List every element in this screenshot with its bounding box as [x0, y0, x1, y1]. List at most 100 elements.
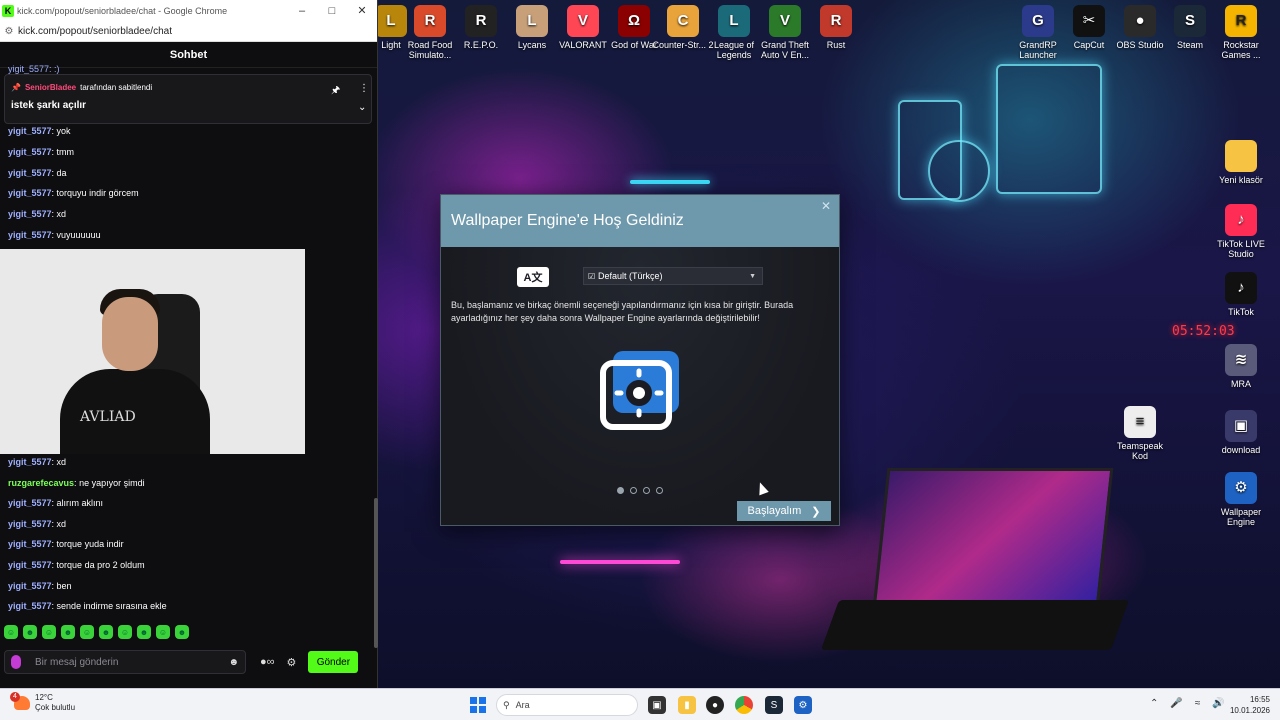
language-select[interactable]: ☑ Default (Türkçe) ▼ [583, 267, 763, 285]
url-text[interactable]: kick.com/popout/seniorbladee/chat [18, 26, 172, 37]
chat-message: ruzgarefecavus: ne yapıyor şimdi [8, 477, 145, 488]
desktop-shortcut[interactable]: R Rockstar Games ... [1210, 5, 1272, 60]
microphone-icon[interactable]: 🎤 [1170, 698, 1182, 709]
chat-username[interactable]: yigit_5577 [8, 581, 52, 591]
chat-username[interactable]: yigit_5577 [8, 498, 52, 508]
send-button[interactable]: Gönder [308, 651, 359, 673]
windows-start-icon[interactable] [470, 697, 486, 713]
scrollbar-thumb[interactable] [374, 498, 378, 648]
address-bar[interactable]: ⚙ kick.com/popout/seniorbladee/chat [0, 21, 377, 42]
chat-text: torque da pro 2 oldum [56, 560, 145, 570]
emote-icon[interactable]: ☺ [4, 625, 18, 639]
minimize-icon[interactable]: – [287, 5, 317, 17]
chat-username[interactable]: yigit_5577 [8, 601, 52, 611]
wallpaper-engine-logo-icon [600, 351, 679, 430]
emote-icon[interactable]: ☺ [118, 625, 132, 639]
chat-message: yigit_5577: da [8, 167, 67, 178]
emote-icon[interactable]: ☻ [137, 625, 151, 639]
desktop-shortcut[interactable]: ▣ download [1210, 410, 1272, 455]
desktop-shortcut[interactable]: ♪ TikTok [1210, 272, 1272, 317]
chat-username[interactable]: yigit_5577 [8, 539, 52, 549]
step-dot[interactable] [617, 487, 624, 494]
more-options-icon[interactable]: ⋮ [359, 83, 369, 94]
start-button[interactable]: Başlayalım ❯ [737, 501, 831, 521]
file-explorer-icon[interactable]: ▮ [678, 696, 696, 714]
step-dot[interactable] [630, 487, 637, 494]
wallpaper-engine-taskbar-icon[interactable]: ⚙ [794, 696, 812, 714]
emote-icon[interactable]: ☻ [23, 625, 37, 639]
chrome-taskbar-icon[interactable] [735, 696, 753, 714]
chat-username[interactable]: yigit_5577 [8, 457, 52, 467]
desktop-shortcut[interactable]: R Rust [805, 5, 867, 50]
dialog-close-icon[interactable]: ✕ [821, 199, 831, 213]
desktop-shortcut[interactable]: Yeni klasör [1210, 140, 1272, 185]
site-settings-icon[interactable]: ⚙ [0, 26, 18, 37]
dialog-title: Wallpaper Engine'e Hoş Geldiniz [451, 212, 684, 229]
folder-icon [1225, 140, 1257, 172]
emote-icon[interactable]: ☺ [42, 625, 56, 639]
pin-icon: 📌 [11, 83, 21, 92]
shortcut-label: Rockstar Games ... [1221, 40, 1261, 60]
windows-taskbar: 4 12°C Çok bulutlu ⚲ Ara ▣ ▮ ● S ⚙ ⌃ 🎤 ≈… [0, 688, 1280, 720]
steam-taskbar-icon[interactable]: S [765, 696, 783, 714]
pinned-meta: 📌 SeniorBladee tarafından sabitlendi [11, 83, 152, 92]
chat-text: xd [56, 457, 67, 467]
chat-username[interactable]: ruzgarefecavus [8, 478, 74, 488]
chat-text: yok [56, 126, 71, 136]
emote-icon[interactable]: ☻ [175, 625, 189, 639]
emote-icon[interactable]: ☺ [156, 625, 170, 639]
obs-taskbar-icon[interactable]: ● [706, 696, 724, 714]
emoji-icon[interactable]: ☻ [228, 657, 239, 668]
mic-icon[interactable] [11, 655, 21, 669]
window-title: kick.com/popout/seniorbladee/chat - Goog… [17, 5, 228, 16]
step-dot[interactable] [656, 487, 663, 494]
chevron-right-icon: ❯ [811, 505, 821, 518]
neon-panel [928, 140, 990, 202]
chat-username[interactable]: yigit_5577 [8, 519, 52, 529]
chevron-up-icon[interactable]: ⌃ [1150, 698, 1158, 709]
chat-text: alırım aklını [56, 498, 104, 509]
desktop-shortcut[interactable]: ≡ Teamspeak Kod [1109, 406, 1171, 461]
game-icon: Ω [618, 5, 650, 37]
chat-username[interactable]: yigit_5577 [8, 168, 52, 178]
task-view-icon[interactable]: ▣ [648, 696, 666, 714]
pinned-message[interactable]: 📌 SeniorBladee tarafından sabitlendi ist… [4, 74, 372, 124]
weather-widget[interactable]: 4 12°C Çok bulutlu [10, 692, 75, 713]
window-titlebar[interactable]: K kick.com/popout/seniorbladee/chat - Go… [0, 0, 377, 21]
chat-username[interactable]: yigit_5577 [8, 209, 52, 219]
chat-username[interactable]: yigit_5577 [8, 147, 52, 157]
checkbox-icon: ☑ [588, 271, 596, 281]
unpin-icon[interactable]: 🖈 [331, 83, 340, 100]
step-dot[interactable] [643, 487, 650, 494]
wifi-icon[interactable]: ≈ [1195, 698, 1201, 709]
chat-username[interactable]: yigit_5577 [8, 188, 52, 198]
taskbar-clock[interactable]: 16:55 10.01.2026 [1226, 694, 1270, 716]
chat-input-box[interactable]: ☻ [4, 650, 246, 674]
desktop-shortcut[interactable]: ⚙ Wallpaper Engine [1210, 472, 1272, 527]
emote-bar: ☺ ☻ ☺ ☻ ☺ ☻ ☺ ☻ ☺ ☻ [4, 625, 189, 639]
close-icon[interactable]: ✕ [347, 4, 377, 17]
chat-username[interactable]: yigit_5577 [8, 560, 52, 570]
pinned-author[interactable]: SeniorBladee [25, 83, 76, 92]
volume-icon[interactable]: 🔊 [1212, 698, 1224, 709]
taskbar-search[interactable]: ⚲ Ara [496, 694, 638, 716]
rust-icon: R [820, 5, 852, 37]
tiktok-icon: ♪ [1225, 272, 1257, 304]
chat-username[interactable]: yigit_5577 [8, 126, 52, 136]
chat-text: xd [56, 518, 67, 529]
desktop-shortcut[interactable]: ♪ TikTok LIVE Studio [1210, 204, 1272, 259]
settings-gear-icon[interactable]: ⚙ [287, 656, 297, 669]
chat-message: yigit_5577: xd [8, 209, 67, 220]
maximize-icon[interactable]: □ [317, 5, 347, 17]
chat-message-input[interactable] [35, 656, 229, 668]
chat-username[interactable]: yigit_5577 [8, 230, 52, 240]
desktop-shortcut[interactable]: ≋ MRA [1210, 344, 1272, 389]
emote-icon[interactable]: ☻ [61, 625, 75, 639]
audio-icon: ≋ [1225, 344, 1257, 376]
points-icon[interactable]: ●∞ [260, 656, 275, 669]
chat-scrollbar[interactable] [374, 68, 378, 658]
chevron-down-icon[interactable]: ⌄ [358, 102, 366, 113]
emote-icon[interactable]: ☻ [99, 625, 113, 639]
pinned-by-label: tarafından sabitlendi [80, 83, 153, 92]
emote-icon[interactable]: ☺ [80, 625, 94, 639]
